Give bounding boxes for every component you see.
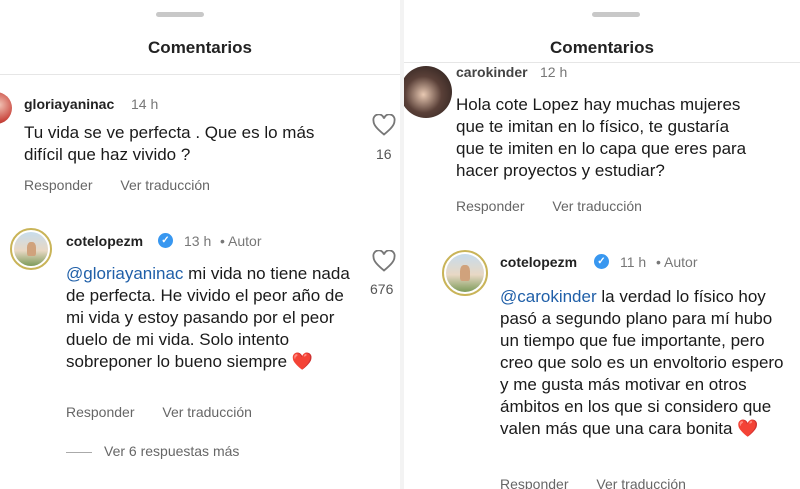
comment-time: 12 h: [540, 64, 568, 80]
reply-actions: Responder Ver traducción: [66, 404, 276, 420]
comment-username[interactable]: gloriayaninac: [24, 96, 114, 112]
reply-time: 11 h: [620, 254, 647, 270]
comment-actions: Responder Ver traducción: [456, 198, 666, 214]
comment-text: Hola cote Lopez hay muchas mujeres que t…: [456, 95, 747, 180]
drag-handle[interactable]: [592, 12, 640, 17]
divider: [66, 451, 92, 453]
comment-username[interactable]: carokinder: [456, 64, 528, 80]
translate-button[interactable]: Ver traducción: [596, 476, 686, 489]
reply-time: 13 h: [184, 233, 212, 249]
avatar[interactable]: [10, 228, 52, 270]
reply-actions: Responder Ver traducción: [500, 476, 710, 489]
sheet-title: Comentarios: [550, 38, 654, 57]
comment-text: Tu vida se ve perfecta . Que es lo más d…: [24, 123, 315, 164]
verified-badge-icon: ✓: [594, 254, 609, 269]
mention-link[interactable]: @gloriayaninac: [66, 264, 183, 283]
author-label: • Autor: [220, 233, 262, 249]
reply-username[interactable]: cotelopezm: [500, 254, 577, 270]
like-count: 16: [376, 146, 392, 162]
comments-sheet-left: Comentarios gloriayaninac 14 h Tu vida s…: [0, 0, 400, 489]
comment-actions: Responder Ver traducción: [24, 177, 234, 193]
author-label: • Autor: [656, 254, 698, 270]
heart-outline-icon[interactable]: [372, 250, 396, 272]
reply-text: @carokinder la verdad lo físico hoy pasó…: [500, 287, 784, 438]
translate-button[interactable]: Ver traducción: [120, 177, 210, 193]
red-heart-emoji: ❤️: [291, 352, 314, 371]
translate-button[interactable]: Ver traducción: [552, 198, 642, 214]
reply-button[interactable]: Responder: [500, 476, 569, 489]
comment-time: 14 h: [131, 96, 159, 112]
comments-sheet-right: Comentarios carokinder 12 h Hola cote Lo…: [404, 0, 800, 489]
mention-link[interactable]: @carokinder: [500, 287, 597, 306]
divider: [0, 74, 400, 75]
avatar[interactable]: [0, 92, 12, 124]
reply-text: @gloriayaninac mi vida no tiene nada de …: [66, 264, 350, 371]
verified-badge-icon: ✓: [158, 233, 173, 248]
red-heart-emoji: ❤️: [737, 419, 759, 438]
sheet-title: Comentarios: [148, 38, 252, 57]
reply-button[interactable]: Responder: [66, 404, 135, 420]
avatar[interactable]: [404, 66, 452, 118]
reply-username[interactable]: cotelopezm: [66, 233, 143, 249]
divider: [404, 62, 800, 63]
translate-button[interactable]: Ver traducción: [162, 404, 252, 420]
drag-handle[interactable]: [156, 12, 204, 17]
heart-outline-icon[interactable]: [372, 114, 396, 136]
like-count: 676: [370, 281, 394, 297]
view-more-replies[interactable]: Ver 6 respuestas más: [66, 443, 239, 459]
avatar[interactable]: [442, 250, 488, 296]
reply-button[interactable]: Responder: [456, 198, 525, 214]
reply-button[interactable]: Responder: [24, 177, 93, 193]
